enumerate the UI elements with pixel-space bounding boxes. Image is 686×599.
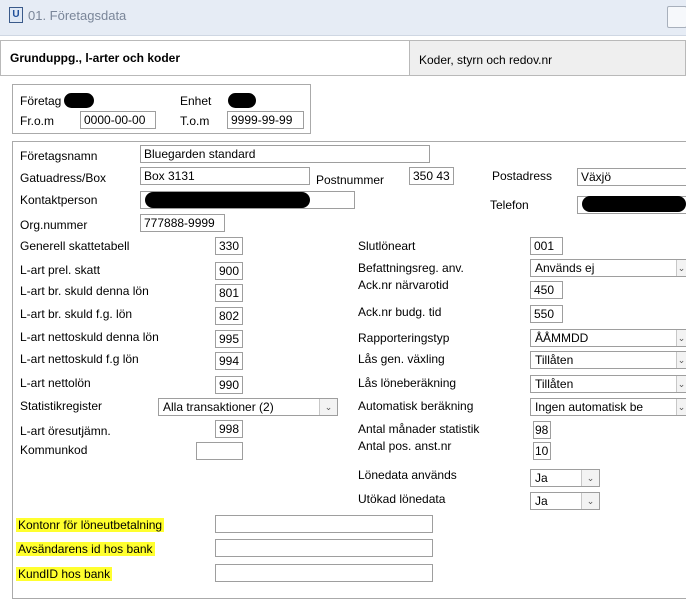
lart-nettolon-label: L-art nettolön — [20, 376, 91, 390]
ack-budg-tid-label: Ack.nr budg. tid — [358, 305, 442, 319]
rapporteringstyp-select[interactable]: ÅÅMMDD ⌄ — [530, 329, 686, 347]
statistikregister-select[interactable]: Alla transaktioner (2) ⌄ — [158, 398, 338, 416]
foretagsnamn-input[interactable] — [140, 145, 430, 163]
chevron-down-icon[interactable]: ⌄ — [319, 399, 337, 415]
kundid-label: KundID hos bank — [16, 567, 113, 581]
tab-grunduppgifter[interactable]: Grunduppg., l-arter och koder — [0, 40, 410, 76]
postnummer-input[interactable] — [409, 167, 454, 185]
gatuadress-label: Gatuadress/Box — [20, 171, 107, 185]
ack-narvarotid-input[interactable] — [530, 281, 563, 299]
window-title: 01. Företagsdata — [28, 8, 127, 23]
generell-skattetabell-label: Generell skattetabell — [20, 239, 130, 253]
kommunkod-input[interactable] — [196, 442, 243, 460]
antal-pos-anstnr-input[interactable] — [533, 442, 551, 460]
automatisk-berakning-select[interactable]: Ingen automatisk be ⌄ — [530, 398, 686, 416]
postadress-input[interactable] — [577, 168, 686, 186]
orgnummer-label: Org.nummer — [20, 218, 88, 232]
redacted-telefon — [582, 196, 686, 212]
lart-br-skuld-label: L-art br. skuld denna lön — [20, 284, 149, 298]
antal-manader-input[interactable] — [533, 421, 551, 439]
chevron-down-icon[interactable]: ⌄ — [676, 260, 686, 276]
las-gen-vaxling-label: Lås gen. växling — [358, 352, 445, 366]
lart-nettoskuld-fg-label: L-art nettoskuld f.g lön — [20, 352, 139, 366]
slutloneart-input[interactable] — [530, 237, 563, 255]
las-loneberakning-select[interactable]: Tillåten ⌄ — [530, 375, 686, 393]
avsandare-id-input[interactable] — [215, 539, 433, 557]
utokad-lonedata-value: Ja — [535, 494, 548, 508]
chevron-down-icon[interactable]: ⌄ — [676, 399, 686, 415]
las-loneberakning-value: Tillåten — [535, 377, 574, 391]
lart-oresutjamn-input[interactable] — [215, 420, 243, 438]
foretag-label: Företag — [20, 94, 62, 108]
lart-prel-skatt-input[interactable] — [215, 262, 243, 280]
las-gen-vaxling-value: Tillåten — [535, 353, 574, 367]
foretagsnamn-label: Företagsnamn — [20, 149, 98, 163]
window-control-button[interactable] — [667, 6, 686, 28]
utokad-lonedata-label: Utökad lönedata — [358, 492, 446, 506]
ack-budg-tid-input[interactable] — [530, 305, 563, 323]
avsandare-id-label: Avsändarens id hos bank — [16, 542, 155, 556]
statistikregister-value: Alla transaktioner (2) — [163, 400, 274, 414]
app-icon: U — [9, 7, 23, 23]
lart-nettoskuld-fg-input[interactable] — [215, 352, 243, 370]
redacted-enhet — [228, 93, 256, 108]
befattningsreg-value: Används ej — [535, 261, 595, 275]
lart-br-skuld-input[interactable] — [215, 284, 243, 302]
from-label: Fr.o.m — [20, 114, 55, 128]
lart-oresutjamn-label: L-art öresutjämn. — [20, 424, 111, 438]
utokad-lonedata-select[interactable]: Ja ⌄ — [530, 492, 600, 510]
chevron-down-icon[interactable]: ⌄ — [581, 493, 599, 509]
statistikregister-label: Statistikregister — [20, 399, 103, 413]
rapporteringstyp-value: ÅÅMMDD — [535, 331, 589, 345]
lart-nettoskuld-label: L-art nettoskuld denna lön — [20, 330, 159, 344]
automatisk-berakning-value: Ingen automatisk be — [535, 400, 644, 414]
befattningsreg-label: Befattningsreg. anv. — [358, 261, 464, 275]
orgnummer-input[interactable] — [140, 214, 225, 232]
chevron-down-icon[interactable]: ⌄ — [676, 376, 686, 392]
rapporteringstyp-label: Rapporteringstyp — [358, 331, 450, 345]
lonedata-anvands-label: Lönedata används — [358, 468, 457, 482]
tom-label: T.o.m — [180, 114, 210, 128]
lart-prel-skatt-label: L-art prel. skatt — [20, 263, 101, 277]
lonedata-anvands-value: Ja — [535, 471, 548, 485]
ack-narvarotid-label: Ack.nr närvarotid — [358, 278, 449, 292]
antal-manader-label: Antal månader statistik — [358, 422, 480, 436]
kontaktperson-label: Kontaktperson — [20, 193, 98, 207]
chevron-down-icon[interactable]: ⌄ — [581, 470, 599, 486]
lart-br-skuld-fg-label: L-art br. skuld f.g. lön — [20, 307, 133, 321]
kommunkod-label: Kommunkod — [20, 443, 88, 457]
tab-koder[interactable]: Koder, styrn och redov.nr — [409, 40, 686, 76]
generell-skattetabell-input[interactable] — [215, 237, 243, 255]
kontonr-input[interactable] — [215, 515, 433, 533]
telefon-label: Telefon — [490, 198, 529, 212]
window-titlebar: U 01. Företagsdata — [0, 0, 686, 36]
slutloneart-label: Slutlöneart — [358, 239, 416, 253]
antal-pos-anstnr-label: Antal pos. anst.nr — [358, 439, 452, 453]
las-gen-vaxling-select[interactable]: Tillåten ⌄ — [530, 351, 686, 369]
kontonr-label: Kontonr för löneutbetalning — [16, 518, 165, 532]
lart-nettoskuld-input[interactable] — [215, 330, 243, 348]
gatuadress-input[interactable] — [140, 167, 310, 185]
enhet-label: Enhet — [180, 94, 212, 108]
automatisk-berakning-label: Automatisk beräkning — [358, 399, 474, 413]
redacted-kontaktperson — [145, 192, 310, 208]
tom-date-input[interactable] — [227, 111, 304, 129]
postnummer-label: Postnummer — [316, 173, 385, 187]
lart-br-skuld-fg-input[interactable] — [215, 307, 243, 325]
las-loneberakning-label: Lås löneberäkning — [358, 376, 457, 390]
kundid-input[interactable] — [215, 564, 433, 582]
postadress-label: Postadress — [492, 169, 553, 183]
chevron-down-icon[interactable]: ⌄ — [676, 352, 686, 368]
lart-nettolon-input[interactable] — [215, 376, 243, 394]
chevron-down-icon[interactable]: ⌄ — [676, 330, 686, 346]
lonedata-anvands-select[interactable]: Ja ⌄ — [530, 469, 600, 487]
befattningsreg-select[interactable]: Används ej ⌄ — [530, 259, 686, 277]
from-date-input[interactable] — [80, 111, 156, 129]
redacted-foretag — [64, 93, 94, 108]
